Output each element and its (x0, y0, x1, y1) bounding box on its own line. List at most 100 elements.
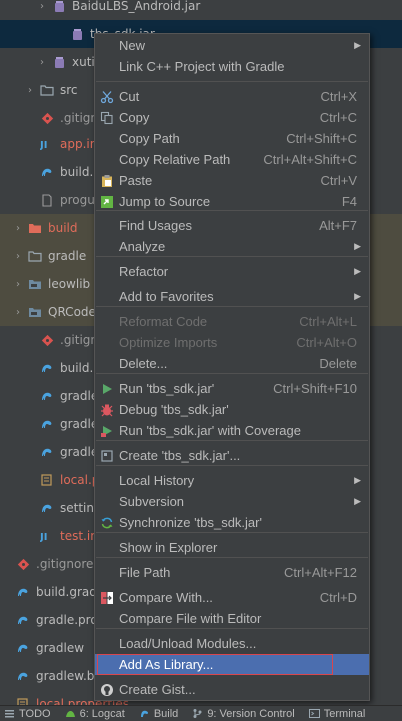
tool-window-9-version-control[interactable]: 9: Version Control (192, 708, 295, 720)
build-icon (139, 708, 150, 719)
menu-item-shortcut: Ctrl+C (319, 110, 357, 125)
menu-item-label: Synchronize 'tbs_sdk.jar' (119, 515, 262, 530)
menu-item-label: New (119, 38, 146, 53)
menu-item-find-usages[interactable]: Find Usages Alt+F7 (95, 215, 369, 236)
folder-icon (39, 83, 55, 97)
tool-window-todo[interactable]: TODO (4, 708, 51, 720)
submenu-arrow-icon: ▶ (354, 241, 361, 251)
menu-item-label: File Path (119, 565, 171, 580)
gradle-icon (15, 669, 31, 683)
menu-item-show-in-explorer[interactable]: Show in Explorer (95, 537, 369, 558)
submenu-arrow-icon: ▶ (354, 291, 361, 301)
menu-icon-slot (95, 332, 119, 353)
menu-item-label: Create 'tbs_sdk.jar'... (119, 448, 241, 463)
tool-window-build[interactable]: Build (139, 708, 178, 720)
menu-item-synchronize-tbs-sdk-jar[interactable]: Synchronize 'tbs_sdk.jar' (95, 512, 369, 533)
menu-icon-slot (95, 470, 119, 491)
expand-arrow-icon[interactable]: › (36, 57, 48, 68)
tool-window-6-logcat[interactable]: 6: Logcat (65, 708, 125, 720)
gradle-icon (39, 165, 55, 179)
create-config-icon (95, 445, 119, 466)
menu-icon-slot (95, 491, 119, 512)
menu-item-label: Create Gist... (119, 682, 196, 697)
menu-icon-slot (95, 633, 119, 654)
expand-arrow-icon[interactable]: › (12, 251, 24, 262)
menu-item-link-c-project-with-gradle[interactable]: Link C++ Project with Gradle (95, 56, 369, 77)
context-menu: New ▶ Link C++ Project with Gradle Cut Ctrl+… (94, 33, 370, 701)
gradle-icon (39, 389, 55, 403)
menu-item-create-gist[interactable]: Create Gist... (95, 679, 369, 700)
menu-item-compare-with[interactable]: Compare With... Ctrl+D (95, 587, 369, 608)
menu-item-analyze[interactable]: Analyze ▶ (95, 236, 369, 257)
menu-item-add-to-favorites[interactable]: Add to Favorites ▶ (95, 286, 369, 307)
menu-item-shortcut: Ctrl+D (319, 590, 357, 605)
menu-item-subversion[interactable]: Subversion ▶ (95, 491, 369, 512)
tool-window-label: 6: Logcat (79, 707, 125, 720)
menu-icon-slot (95, 35, 119, 56)
svg-text:JI: JI (40, 532, 47, 542)
debug-icon (95, 399, 119, 420)
paste-icon (95, 170, 119, 191)
tree-node-label: gradlew (36, 641, 85, 655)
menu-item-label: Local History (119, 473, 195, 488)
menu-item-paste[interactable]: Paste Ctrl+V (95, 170, 369, 191)
menu-item-load-unload-modules[interactable]: Load/Unload Modules... (95, 633, 369, 654)
menu-item-label: Run 'tbs_sdk.jar' with Coverage (119, 423, 301, 438)
menu-icon-slot (95, 215, 119, 236)
module-icon (27, 305, 43, 319)
tool-window-terminal[interactable]: Terminal (308, 708, 365, 720)
tree-node[interactable]: › BaiduLBS_Android.jar (0, 0, 402, 20)
menu-item-debug-tbs-sdk-jar[interactable]: Debug 'tbs_sdk.jar' (95, 399, 369, 420)
tree-node-label: build (48, 221, 78, 235)
menu-item-jump-to-source[interactable]: Jump to Source F4 (95, 191, 369, 212)
gradle-icon (39, 445, 55, 459)
menu-item-run-tbs-sdk-jar[interactable]: Run 'tbs_sdk.jar' Ctrl+Shift+F10 (95, 378, 369, 399)
expand-arrow-icon[interactable]: › (12, 307, 24, 318)
menu-item-delete[interactable]: Delete... Delete (95, 353, 369, 374)
menu-icon-slot (95, 149, 119, 170)
menu-item-label: Refactor (119, 264, 169, 279)
coverage-icon (95, 420, 119, 441)
menu-item-refactor[interactable]: Refactor ▶ (95, 261, 369, 282)
gradle-icon (39, 361, 55, 375)
iml-icon: JI (39, 529, 55, 543)
jar-icon (51, 0, 67, 13)
menu-item-compare-file-with-editor[interactable]: Compare File with Editor (95, 608, 369, 629)
menu-item-label: Optimize Imports (119, 335, 218, 350)
menu-item-new[interactable]: New ▶ (95, 35, 369, 56)
menu-item-run-tbs-sdk-jar-with-coverage[interactable]: Run 'tbs_sdk.jar' with Coverage (95, 420, 369, 441)
menu-icon-slot (95, 128, 119, 149)
properties-icon (39, 473, 55, 487)
iml-icon: JI (39, 137, 55, 151)
menu-item-local-history[interactable]: Local History ▶ (95, 470, 369, 491)
menu-item-create-tbs-sdk-jar[interactable]: Create 'tbs_sdk.jar'... (95, 445, 369, 466)
menu-item-copy-relative-path[interactable]: Copy Relative Path Ctrl+Alt+Shift+C (95, 149, 369, 170)
file-icon (39, 193, 55, 207)
jar-icon (51, 55, 67, 69)
menu-item-file-path[interactable]: File Path Ctrl+Alt+F12 (95, 562, 369, 583)
menu-item-label: Reformat Code (119, 314, 208, 329)
tree-node-label: gradle (48, 249, 87, 263)
folder-icon (27, 249, 43, 263)
menu-icon-slot (95, 56, 119, 77)
menu-item-label: Subversion (119, 494, 185, 509)
menu-item-copy[interactable]: Copy Ctrl+C (95, 107, 369, 128)
menu-icon-slot (95, 311, 119, 332)
tree-node-label: src (60, 83, 78, 97)
sync-icon (95, 512, 119, 533)
menu-item-copy-path[interactable]: Copy Path Ctrl+Shift+C (95, 128, 369, 149)
menu-item-shortcut: Ctrl+X (320, 89, 357, 104)
expand-arrow-icon[interactable]: › (12, 279, 24, 290)
menu-item-add-as-library[interactable]: Add As Library... (95, 654, 369, 675)
expand-arrow-icon[interactable]: › (36, 1, 48, 12)
menu-item-label: Link C++ Project with Gradle (119, 59, 285, 74)
gradle-icon (15, 641, 31, 655)
expand-arrow-icon[interactable]: › (24, 85, 36, 96)
menu-item-shortcut: Ctrl+Shift+C (286, 131, 357, 146)
menu-item-label: Compare With... (119, 590, 213, 605)
jar-icon (69, 27, 85, 41)
menu-item-cut[interactable]: Cut Ctrl+X (95, 86, 369, 107)
expand-arrow-icon[interactable]: › (12, 223, 24, 234)
folder-red-icon (27, 221, 43, 235)
gradle-icon (39, 417, 55, 431)
